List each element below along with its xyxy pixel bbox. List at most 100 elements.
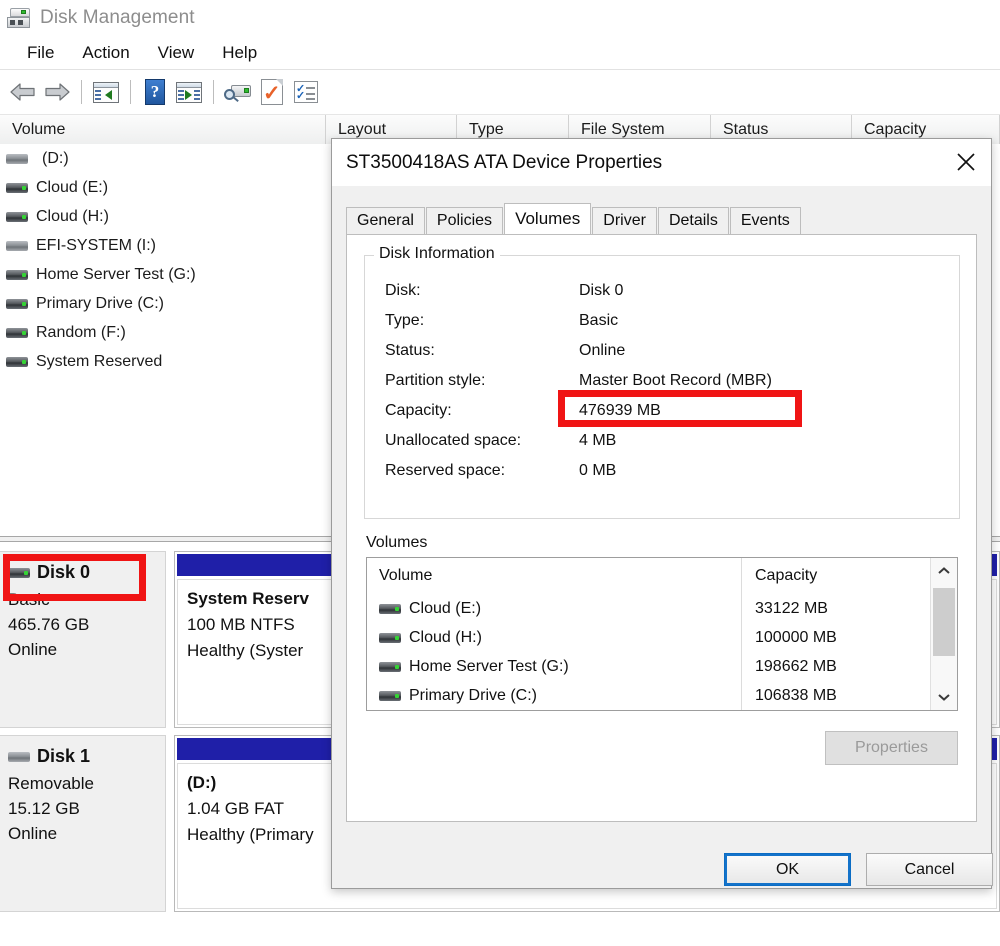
info-value: 4 MB bbox=[579, 432, 617, 449]
menu-file[interactable]: File bbox=[14, 41, 69, 65]
drive-icon bbox=[8, 751, 30, 762]
dialog-volume-name: Home Server Test (G:) bbox=[409, 658, 569, 675]
list-item[interactable]: Cloud (H:) 100000 MB bbox=[367, 624, 957, 652]
info-row-partition-style: Partition style: Master Boot Record (MBR… bbox=[385, 366, 945, 396]
info-key: Status: bbox=[385, 342, 435, 359]
dialog-volumes-list: Volume Capacity Cloud (E:) 33122 MB Clou… bbox=[367, 558, 957, 710]
disk-name: Disk 0 bbox=[37, 562, 91, 582]
disk-title-0: Disk 0 bbox=[8, 560, 165, 585]
dialog-column-header-volume[interactable]: Volume bbox=[379, 567, 432, 585]
checklist-icon: ✓ ✓ bbox=[294, 81, 318, 103]
menu-action[interactable]: Action bbox=[69, 41, 144, 65]
tab-volumes[interactable]: Volumes bbox=[504, 203, 592, 234]
dialog-volume-name: Cloud (E:) bbox=[409, 600, 482, 617]
drive-icon bbox=[6, 269, 28, 280]
info-row-unallocated-space: Unallocated space: 4 MB bbox=[385, 426, 945, 456]
back-arrow-icon bbox=[9, 82, 37, 102]
disk-information-rows: Disk: Disk 0 Type: Basic Status: Online bbox=[385, 276, 945, 486]
show-hide-console-tree-button[interactable] bbox=[172, 75, 206, 109]
toolbar-separator-3 bbox=[213, 80, 214, 104]
dialog-volumes-listbox[interactable]: Volume Capacity Cloud (E:) 33122 MB Clou… bbox=[366, 557, 958, 711]
chevron-up-icon bbox=[937, 563, 951, 580]
disk-information-group: Disk Information Disk: Disk 0 Type: Basi… bbox=[364, 245, 960, 519]
list-item[interactable]: Primary Drive (C:) 106838 MB bbox=[367, 682, 957, 710]
dialog-volume-capacity: 198662 MB bbox=[755, 658, 837, 675]
tab-policies[interactable]: Policies bbox=[425, 207, 504, 234]
console-tree-icon bbox=[176, 81, 202, 103]
info-key: Type: bbox=[385, 312, 425, 329]
scroll-down-button[interactable] bbox=[931, 684, 957, 710]
drive-icon bbox=[8, 567, 30, 578]
drive-icon bbox=[6, 182, 28, 193]
device-properties-dialog: ST3500418AS ATA Device Properties Genera… bbox=[331, 138, 993, 889]
toolbar-separator-1 bbox=[81, 80, 82, 104]
info-key: Reserved space: bbox=[385, 462, 506, 479]
volume-name: Cloud (H:) bbox=[36, 207, 109, 225]
dialog-volume-name: Primary Drive (C:) bbox=[409, 687, 537, 704]
cancel-button[interactable]: Cancel bbox=[866, 853, 993, 886]
disk-management-window: Disk Management File Action View Help ? … bbox=[0, 0, 1000, 946]
task-list-button[interactable]: ✓ ✓ bbox=[289, 75, 323, 109]
disk-type: Basic bbox=[8, 590, 50, 609]
tabstrip: General Policies Volumes Driver Details … bbox=[346, 203, 802, 234]
rescan-disks-icon bbox=[224, 81, 252, 103]
dialog-column-header-capacity[interactable]: Capacity bbox=[755, 567, 817, 585]
disk-info-panel-1[interactable]: Disk 1 Removable 15.12 GB Online bbox=[0, 735, 166, 912]
drive-icon bbox=[6, 240, 28, 251]
info-key: Capacity: bbox=[385, 402, 452, 419]
drive-icon bbox=[6, 153, 28, 164]
tab-events[interactable]: Events bbox=[729, 207, 801, 234]
volume-name: Primary Drive (C:) bbox=[36, 294, 164, 312]
info-value: Master Boot Record (MBR) bbox=[579, 372, 772, 389]
menu-view[interactable]: View bbox=[145, 41, 210, 65]
up-one-level-button[interactable] bbox=[89, 75, 123, 109]
close-icon bbox=[955, 151, 977, 173]
dialog-body: General Policies Volumes Driver Details … bbox=[332, 186, 993, 888]
info-value: 476939 MB bbox=[579, 402, 661, 419]
help-button[interactable]: ? bbox=[138, 75, 172, 109]
dialog-volume-capacity: 100000 MB bbox=[755, 629, 837, 646]
check-document-icon: ✓ bbox=[261, 79, 283, 105]
disk-status: Online bbox=[8, 640, 58, 659]
tab-details[interactable]: Details bbox=[657, 207, 729, 234]
check-disk-button[interactable]: ✓ bbox=[255, 75, 289, 109]
volumes-scrollbar[interactable] bbox=[930, 558, 957, 710]
info-value: Online bbox=[579, 342, 626, 359]
disk-title-1: Disk 1 bbox=[8, 744, 165, 769]
info-value: 0 MB bbox=[579, 462, 617, 479]
scroll-up-button[interactable] bbox=[931, 558, 957, 584]
volume-name: Random (F:) bbox=[36, 323, 126, 341]
drive-icon bbox=[6, 356, 28, 367]
disk-size: 15.12 GB bbox=[8, 799, 80, 818]
scrollbar-thumb[interactable] bbox=[933, 588, 955, 656]
drive-icon bbox=[379, 662, 401, 672]
close-button[interactable] bbox=[941, 139, 991, 185]
disk-type: Removable bbox=[8, 774, 94, 793]
window-title: Disk Management bbox=[40, 7, 195, 28]
disk-information-label: Disk Information bbox=[374, 245, 500, 263]
drive-icon bbox=[6, 327, 28, 338]
volume-name: Cloud (E:) bbox=[36, 178, 109, 196]
list-item[interactable]: Cloud (E:) 33122 MB bbox=[367, 595, 957, 623]
volumes-section-label: Volumes bbox=[366, 534, 428, 551]
menu-help[interactable]: Help bbox=[209, 41, 272, 65]
back-button[interactable] bbox=[6, 75, 40, 109]
up-level-icon bbox=[93, 81, 119, 103]
forward-button[interactable] bbox=[40, 75, 74, 109]
ok-button[interactable]: OK bbox=[724, 853, 851, 886]
forward-arrow-icon bbox=[43, 82, 71, 102]
info-key: Disk: bbox=[385, 282, 421, 299]
info-row-capacity: Capacity: 476939 MB bbox=[385, 396, 945, 426]
properties-button[interactable]: Properties bbox=[825, 731, 958, 765]
drive-icon bbox=[6, 298, 28, 309]
dialog-volume-capacity: 33122 MB bbox=[755, 600, 828, 617]
tab-general[interactable]: General bbox=[346, 207, 425, 234]
tab-driver[interactable]: Driver bbox=[592, 207, 657, 234]
disk-status: Online bbox=[8, 824, 58, 843]
rescan-disks-button[interactable] bbox=[221, 75, 255, 109]
info-row-status: Status: Online bbox=[385, 336, 945, 366]
info-value: Disk 0 bbox=[579, 282, 624, 299]
disk-info-panel-0[interactable]: Disk 0 Basic 465.76 GB Online bbox=[0, 551, 166, 728]
column-header-volume[interactable]: Volume bbox=[0, 115, 326, 144]
list-item[interactable]: Home Server Test (G:) 198662 MB bbox=[367, 653, 957, 681]
